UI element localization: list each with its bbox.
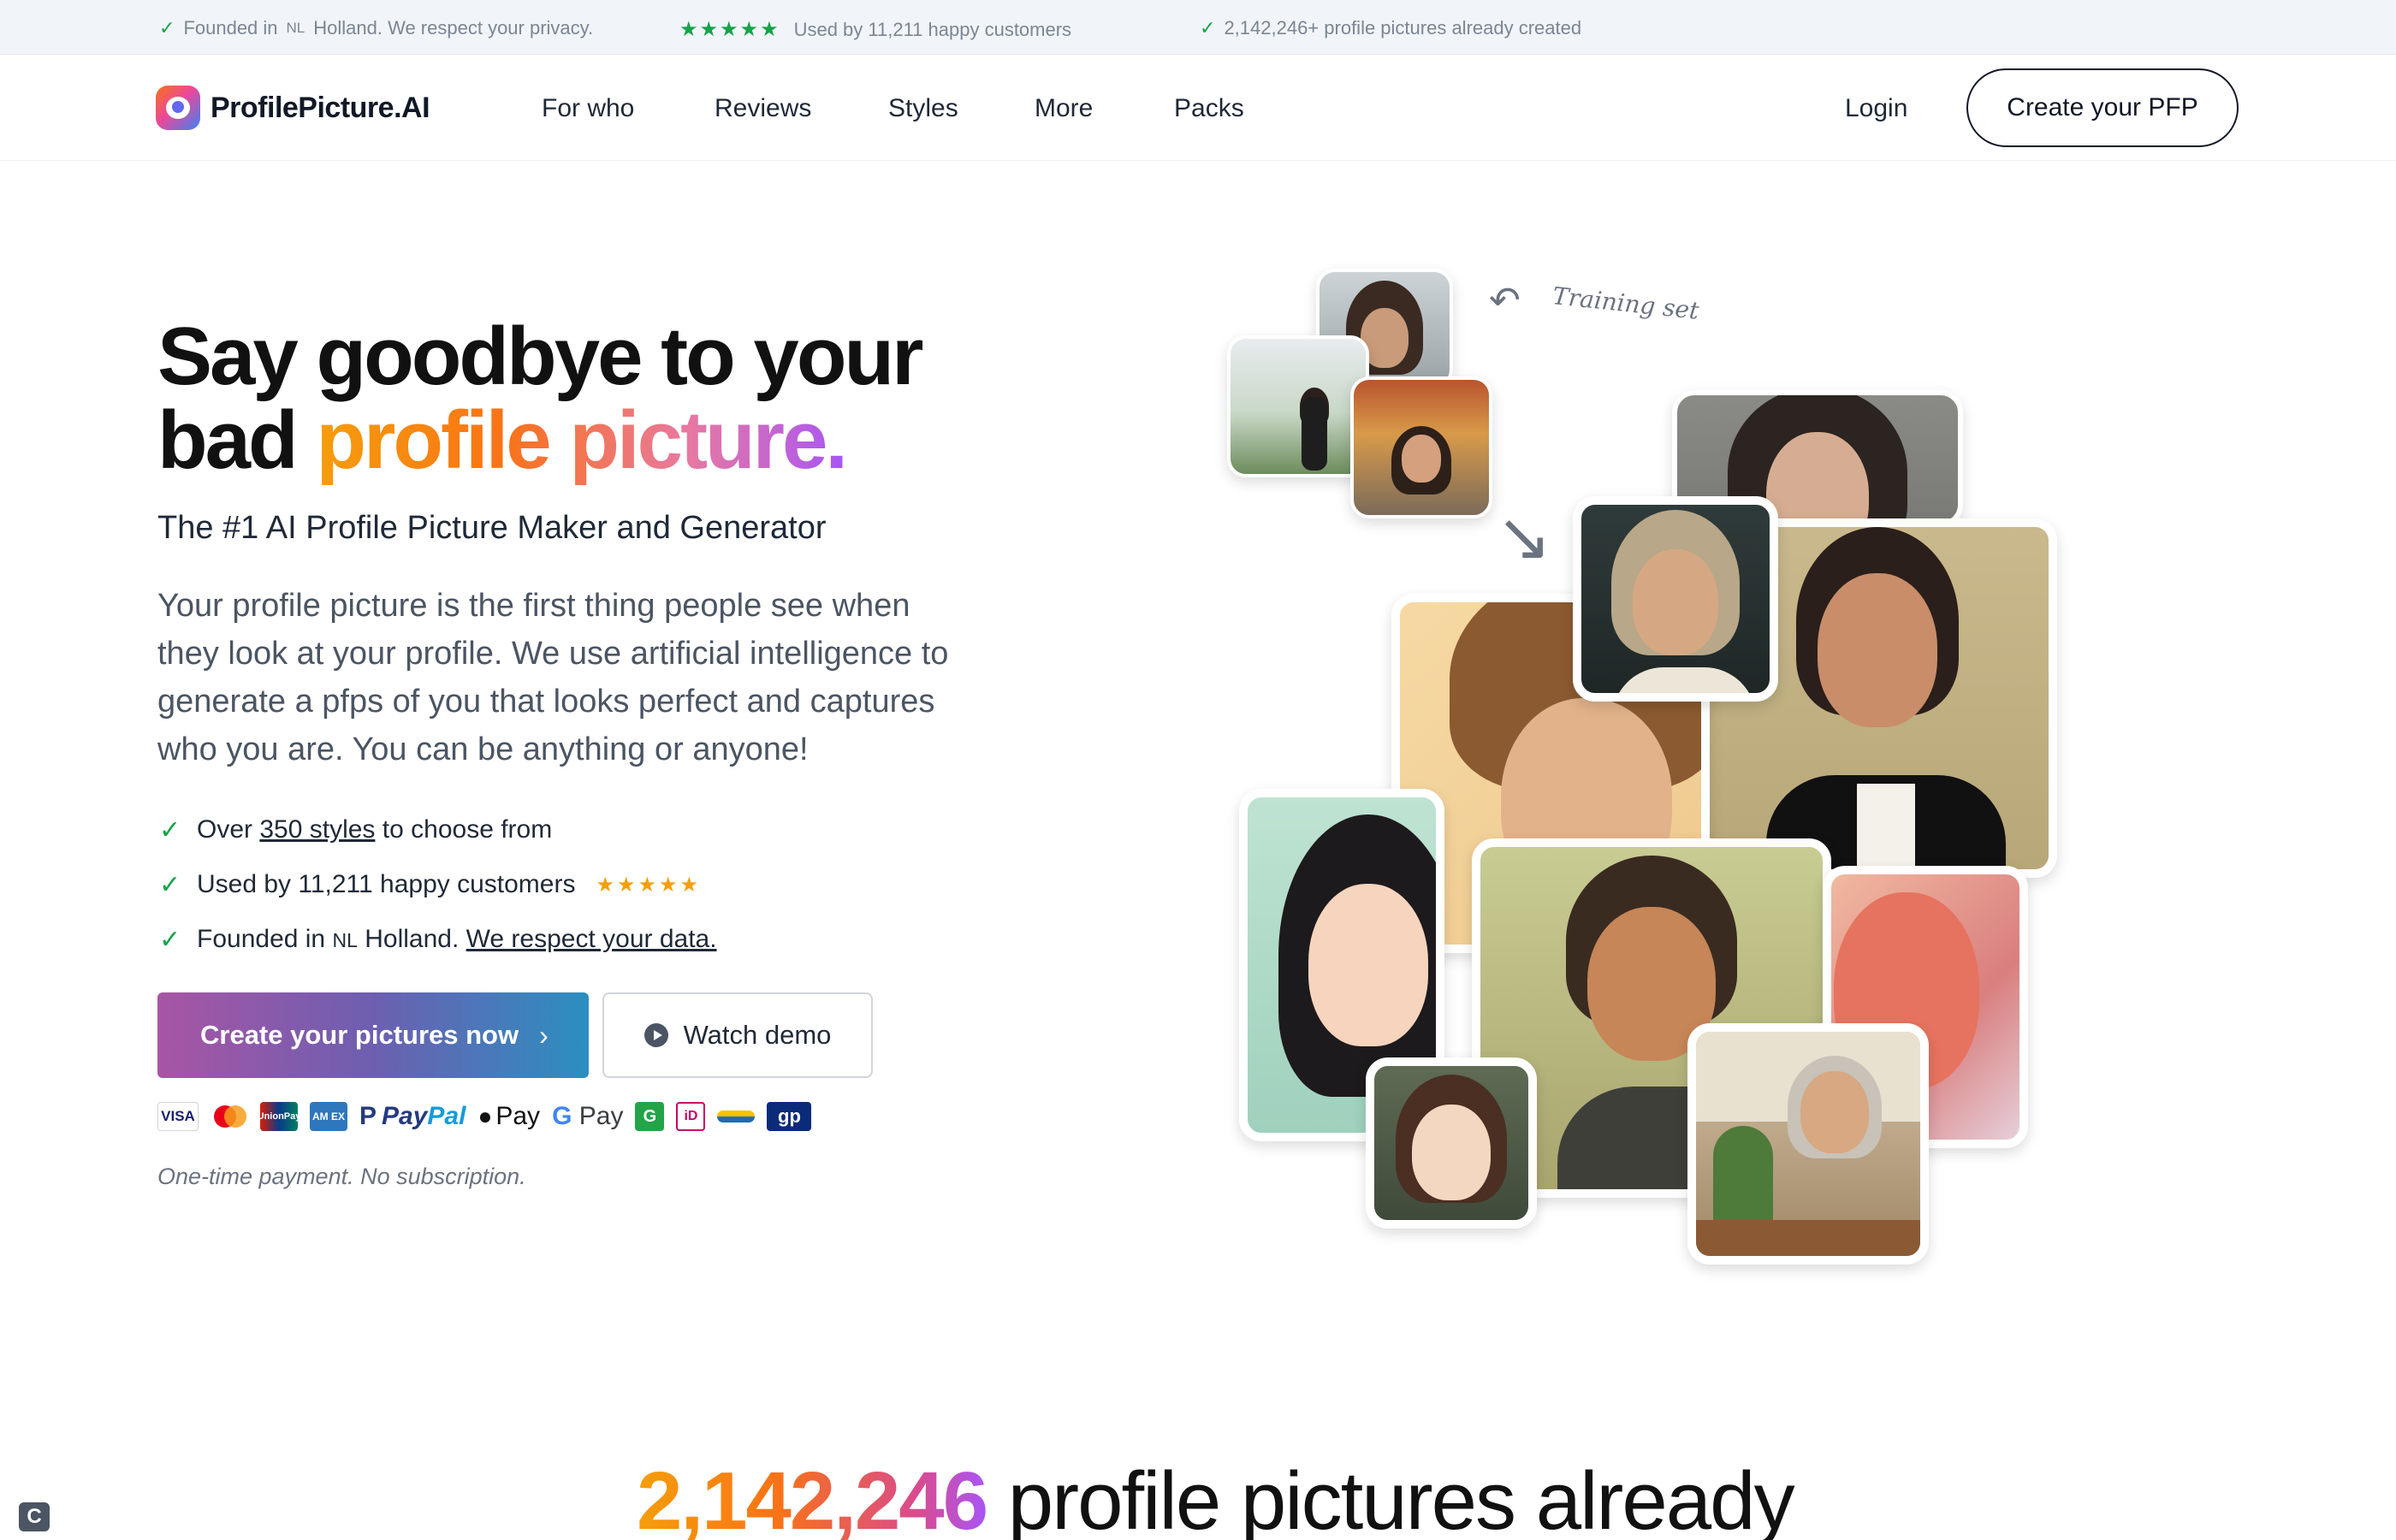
stats-text: profile pictures already <box>1007 1455 1795 1540</box>
google-pay-text: Pay <box>578 1102 624 1130</box>
ideal-icon: iD <box>676 1102 706 1131</box>
create-pictures-label: Create your pictures now <box>200 1020 519 1050</box>
privacy-link[interactable]: We respect your data. <box>466 925 717 953</box>
list-item: ✓ Used by 11,211 happy customers ★★★★★ <box>159 857 717 912</box>
training-photo-2 <box>1227 335 1369 477</box>
check-icon: ✓ <box>159 870 181 899</box>
google-pay-icon: G Pay <box>552 1102 623 1131</box>
result-photo-cafe <box>1687 1023 1929 1265</box>
hero-description: Your profile picture is the first thing … <box>157 588 949 767</box>
feature-list: ✓ Over 350 styles to choose from ✓ Used … <box>159 803 717 967</box>
check-icon: ✓ <box>159 17 175 38</box>
result-photo-bun <box>1573 496 1778 702</box>
bullet-text: Founded in NL Holland. We respect your d… <box>197 925 717 954</box>
g-badge-icon: G <box>635 1102 665 1131</box>
stars-icon: ★★★★★ <box>679 18 780 41</box>
logo-icon <box>156 86 200 130</box>
brand-logo[interactable]: ProfilePicture.AI <box>156 86 430 130</box>
star-rating-icon: ★★★★★ <box>596 873 702 897</box>
list-item: ✓ Over 350 styles to choose from <box>159 803 717 857</box>
paypal-text-a: Pay <box>382 1102 428 1130</box>
chevron-right-icon: › <box>539 1019 549 1051</box>
amex-icon: AM EX <box>310 1102 347 1131</box>
training-set-label: Training set <box>1551 281 1701 325</box>
main-nav: ProfilePicture.AI For who Reviews Styles… <box>0 55 2396 161</box>
visa-icon: VISA <box>157 1102 199 1131</box>
country-code: NL <box>286 20 305 36</box>
nav-link-for-who[interactable]: For who <box>542 94 634 123</box>
bullet-text-post: to choose from <box>382 815 553 844</box>
nav-link-more[interactable]: More <box>1035 94 1093 123</box>
trust-founded-prefix: Founded in <box>183 17 278 38</box>
bullet-text-pre: Founded in <box>197 925 326 953</box>
trust-created-text: 2,142,246+ profile pictures already crea… <box>1224 17 1582 38</box>
headline-line1: Say goodbye to your <box>157 311 923 402</box>
headline-line2-plain: bad <box>157 394 299 486</box>
create-pfp-button[interactable]: Create your PFP <box>1966 68 2239 147</box>
bullet-text-mid: Holland. <box>365 925 460 953</box>
nav-link-reviews[interactable]: Reviews <box>715 94 811 123</box>
watch-demo-label: Watch demo <box>683 1020 832 1050</box>
bullet-text: Used by 11,211 happy customers <box>197 870 576 898</box>
bancontact-icon <box>717 1111 756 1122</box>
list-item: ✓ Founded in NL Holland. We respect your… <box>159 912 717 967</box>
apple-pay-icon: ● Pay <box>477 1102 541 1130</box>
check-icon: ✓ <box>159 815 181 844</box>
google-g: G <box>552 1102 572 1130</box>
bullet-text: Over 350 styles to choose from <box>197 815 552 844</box>
styles-link[interactable]: 350 styles <box>259 815 375 844</box>
trust-founded: ✓ Founded in NL Holland. We respect your… <box>159 17 593 39</box>
check-icon: ✓ <box>159 925 181 954</box>
trust-customers-text: Used by 11,211 happy customers <box>793 18 1072 40</box>
bullet-text-pre: Over <box>197 815 253 844</box>
payment-note: One-time payment. No subscription. <box>157 1164 526 1189</box>
play-icon <box>643 1023 668 1047</box>
hero-subtitle: The #1 AI Profile Picture Maker and Gene… <box>157 510 827 546</box>
result-photo-cartoon <box>1366 1057 1537 1229</box>
corner-widget-icon[interactable]: C <box>19 1502 50 1531</box>
login-link[interactable]: Login <box>1845 94 1907 123</box>
apple-pay-text: Pay <box>495 1102 541 1130</box>
create-pictures-button[interactable]: Create your pictures now › <box>157 992 589 1078</box>
giropay-icon: gp <box>767 1102 812 1131</box>
arrow-down-icon: ↘ <box>1496 499 1552 574</box>
stats-number: 2,142,246 <box>637 1455 988 1540</box>
training-photo-3 <box>1350 376 1492 518</box>
paypal-text-b: Pal <box>427 1102 466 1130</box>
mastercard-icon <box>211 1102 248 1131</box>
unionpay-icon: UnionPay <box>258 1102 300 1131</box>
brand-name: ProfilePicture.AI <box>211 91 430 124</box>
hero-headline: Say goodbye to your bad profile picture. <box>157 315 923 486</box>
headline-highlight: profile picture. <box>316 394 848 486</box>
curved-arrow-icon: ↶ <box>1489 280 1521 322</box>
watch-demo-button[interactable]: Watch demo <box>602 992 873 1078</box>
trust-created: ✓ 2,142,246+ profile pictures already cr… <box>1200 17 1581 39</box>
paypal-icon: P Pay Pal <box>359 1102 466 1130</box>
check-icon: ✓ <box>1200 17 1216 38</box>
nav-link-styles[interactable]: Styles <box>888 94 958 123</box>
trust-bar: ✓ Founded in NL Holland. We respect your… <box>0 0 2396 55</box>
trust-founded-suffix: Holland. We respect your privacy. <box>313 17 594 38</box>
country-code: NL <box>332 929 358 951</box>
stats-heading: 2,142,246 profile pictures already <box>637 1454 1795 1540</box>
nav-link-packs[interactable]: Packs <box>1174 94 1244 123</box>
trust-customers: ★★★★★ Used by 11,211 happy customers <box>679 17 1071 42</box>
payment-methods: VISA UnionPay AM EX P Pay Pal ● Pay G Pay G… <box>157 1102 812 1131</box>
